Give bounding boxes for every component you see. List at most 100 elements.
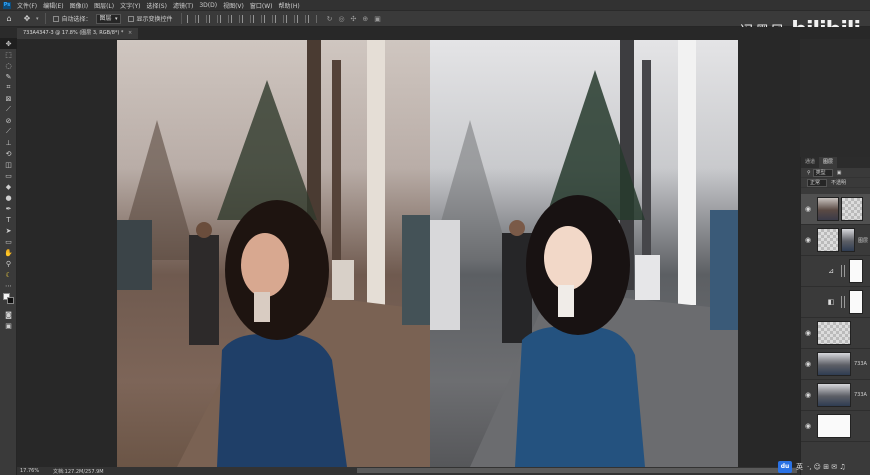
menu-edit[interactable]: 编辑(E): [40, 1, 66, 10]
path-select-tool-icon[interactable]: ➤: [0, 225, 17, 236]
banana-icon[interactable]: ☾: [0, 269, 17, 280]
move-tool-icon[interactable]: ✥: [0, 38, 17, 49]
menu-view[interactable]: 视图(V): [220, 1, 247, 10]
layer-name[interactable]: 图层: [858, 237, 868, 244]
layer-row[interactable]: ◉ 图层: [801, 225, 870, 256]
auto-select-dropdown[interactable]: 图层: [95, 13, 121, 24]
layer-row[interactable]: ◉ ⊿: [801, 256, 870, 287]
distribute-right-icon[interactable]: [307, 14, 317, 23]
layer-name[interactable]: 733A: [854, 392, 867, 398]
horizontal-scrollbar[interactable]: [357, 468, 797, 473]
home-icon[interactable]: ⌂: [3, 13, 15, 25]
lasso-tool-icon[interactable]: ◌: [0, 60, 17, 71]
eye-icon[interactable]: ◉: [801, 360, 815, 368]
distribute-center-icon[interactable]: [296, 14, 306, 23]
edit-toolbar-icon[interactable]: ⋯: [0, 280, 17, 291]
layer-row[interactable]: ◉: [801, 318, 870, 349]
background-color-swatch[interactable]: [7, 297, 14, 304]
chain-link-icon[interactable]: [841, 265, 845, 277]
zoom-tool-icon[interactable]: ⚲: [0, 258, 17, 269]
input-language-indicator[interactable]: 英: [796, 462, 803, 472]
eye-icon[interactable]: ◉: [801, 236, 815, 244]
blur-tool-icon[interactable]: ◆: [0, 181, 17, 192]
3d-slide-icon[interactable]: ⊕: [362, 15, 368, 23]
eye-icon[interactable]: ◉: [801, 329, 815, 337]
rectangle-tool-icon[interactable]: ▭: [0, 236, 17, 247]
layer-name[interactable]: 733A: [854, 361, 867, 367]
layer-row[interactable]: ◉ ◧: [801, 287, 870, 318]
tab-channels[interactable]: 通道: [801, 157, 819, 168]
quick-mask-icon[interactable]: ◙: [0, 309, 17, 320]
gradient-tool-icon[interactable]: ▭: [0, 170, 17, 181]
menu-type[interactable]: 文字(Y): [117, 1, 143, 10]
frame-tool-icon[interactable]: ⊠: [0, 93, 17, 104]
menu-3d[interactable]: 3D(D): [196, 2, 220, 9]
align-right-icon[interactable]: [208, 14, 218, 23]
layer-thumbnail: [817, 352, 851, 376]
menu-layer[interactable]: 图层(L): [91, 1, 117, 10]
layer-row[interactable]: ◉ 733A: [801, 349, 870, 380]
search-icon: ⚲: [807, 169, 811, 176]
dodge-tool-icon[interactable]: ●: [0, 192, 17, 203]
blend-row: 正常 不透明: [801, 178, 870, 188]
close-icon[interactable]: ×: [128, 30, 132, 36]
distribute-top-icon[interactable]: [252, 14, 262, 23]
baidu-input-icon[interactable]: du: [778, 461, 792, 473]
filter-pixel-icon[interactable]: ▣: [837, 170, 842, 176]
distribute-left-icon[interactable]: [285, 14, 295, 23]
clone-stamp-tool-icon[interactable]: ⊥: [0, 137, 17, 148]
menu-filter[interactable]: 滤镜(T): [170, 1, 196, 10]
3d-scale-icon[interactable]: ▣: [374, 15, 381, 23]
canvas-area[interactable]: [17, 39, 800, 467]
align-middle-icon[interactable]: [230, 14, 240, 23]
quick-select-tool-icon[interactable]: ✎: [0, 71, 17, 82]
align-top-icon[interactable]: [219, 14, 229, 23]
distribute-middle-icon[interactable]: [263, 14, 273, 23]
3d-roll-icon[interactable]: ◎: [338, 15, 344, 23]
color-swatches[interactable]: [0, 291, 17, 309]
menu-file[interactable]: 文件(F): [14, 1, 40, 10]
show-transform-checkbox[interactable]: [127, 15, 134, 22]
layer-row[interactable]: ◉ 733A: [801, 380, 870, 411]
chain-link-icon[interactable]: [841, 296, 845, 308]
healing-brush-tool-icon[interactable]: ⊘: [0, 115, 17, 126]
layer-row[interactable]: ◉: [801, 194, 870, 225]
eye-icon[interactable]: ◉: [801, 205, 815, 213]
layer-row[interactable]: ◉: [801, 411, 870, 442]
tool-preset-arrow-icon[interactable]: ▾: [36, 16, 39, 22]
menu-help[interactable]: 帮助(H): [276, 1, 303, 10]
screen-mode-icon[interactable]: ▣: [0, 320, 17, 331]
document-canvas[interactable]: [117, 40, 738, 467]
3d-rotate-icon[interactable]: ↻: [327, 15, 333, 23]
eye-icon[interactable]: ◉: [801, 391, 815, 399]
tray-icons[interactable]: ·, ☺ ⊞ ✉ ♫: [807, 463, 846, 471]
eye-icon[interactable]: ◉: [801, 267, 815, 275]
pen-tool-icon[interactable]: ✒: [0, 203, 17, 214]
zoom-level[interactable]: 17.76%: [17, 468, 43, 474]
distribute-bottom-icon[interactable]: [274, 14, 284, 23]
eye-icon[interactable]: ◉: [801, 298, 815, 306]
eye-icon[interactable]: ◉: [801, 422, 815, 430]
align-center-icon[interactable]: [197, 14, 207, 23]
3d-pan-icon[interactable]: ✣: [351, 15, 357, 23]
document-tab[interactable]: 733A4347-3 @ 17.8% (图层 3, RGB/8*) * ×: [17, 28, 139, 39]
layer-filter-dropdown[interactable]: 类型: [812, 168, 833, 177]
history-brush-tool-icon[interactable]: ⟲: [0, 148, 17, 159]
blend-mode-dropdown[interactable]: 正常: [807, 178, 828, 187]
type-tool-icon[interactable]: T: [0, 214, 17, 225]
panel-tabs: 通道 图层: [801, 157, 870, 168]
move-tool-icon[interactable]: ✥: [21, 13, 33, 25]
auto-select-checkbox[interactable]: [52, 15, 59, 22]
brush-tool-icon[interactable]: ⟋: [0, 126, 17, 137]
menu-window[interactable]: 窗口(W): [247, 1, 276, 10]
align-bottom-icon[interactable]: [241, 14, 251, 23]
align-left-icon[interactable]: [186, 14, 196, 23]
eraser-tool-icon[interactable]: ◫: [0, 159, 17, 170]
tab-layers[interactable]: 图层: [819, 157, 838, 168]
hand-tool-icon[interactable]: ✋: [0, 247, 17, 258]
menu-image[interactable]: 图像(I): [67, 1, 91, 10]
crop-tool-icon[interactable]: ⌗: [0, 82, 17, 93]
menu-select[interactable]: 选择(S): [143, 1, 170, 10]
eyedropper-tool-icon[interactable]: ⟋: [0, 104, 17, 115]
marquee-tool-icon[interactable]: ⬚: [0, 49, 17, 60]
